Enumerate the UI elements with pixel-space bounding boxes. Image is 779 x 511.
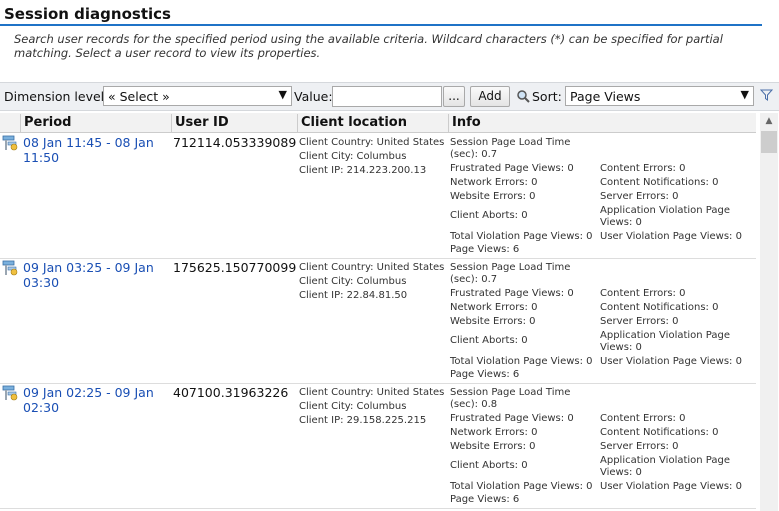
page-description: Search user records for the specified pe… <box>14 32 723 60</box>
page-title: Session diagnostics <box>4 5 171 23</box>
client-city: Client City: Columbus <box>299 276 407 287</box>
user-id: 175625.150770099 <box>173 260 297 275</box>
network-errors: Network Errors: 0 <box>450 427 538 438</box>
table-row[interactable]: 08 Jan 11:45 - 08 Jan 11:50 712114.05333… <box>0 133 756 259</box>
user-violation-page-views: User Violation Page Views: 0 <box>600 231 742 242</box>
load-time-value: (sec): 0.7 <box>450 149 498 160</box>
search-toolbar: Dimension level: « Select » ▼ Value: ...… <box>0 82 779 111</box>
client-aborts: Client Aborts: 0 <box>450 335 528 346</box>
server-errors: Server Errors: 0 <box>600 316 679 327</box>
column-header-user-id[interactable]: User ID <box>171 114 298 132</box>
client-location: Client Country: United States Client Cit… <box>299 386 444 428</box>
client-location: Client Country: United States Client Cit… <box>299 136 444 178</box>
client-country: Client Country: United States <box>299 262 445 273</box>
content-notifications: Content Notifications: 0 <box>600 427 719 438</box>
dropdown-arrow-icon: ▼ <box>740 88 749 101</box>
client-city: Client City: Columbus <box>299 401 407 412</box>
server-errors: Server Errors: 0 <box>600 441 679 452</box>
table-row[interactable]: 09 Jan 02:25 - 09 Jan 02:30 407100.31963… <box>0 383 756 509</box>
period-link[interactable]: 09 Jan 03:25 - 09 Jan 03:30 <box>23 260 168 290</box>
client-location: Client Country: United States Client Cit… <box>299 261 444 303</box>
filter-icon[interactable] <box>760 89 773 101</box>
sort-value: Page Views <box>570 89 641 104</box>
scroll-up-arrow-icon[interactable]: ▲ <box>760 113 778 129</box>
client-aborts: Client Aborts: 0 <box>450 210 528 221</box>
title-divider <box>0 24 762 26</box>
user-violation-page-views: User Violation Page Views: 0 <box>600 481 742 492</box>
user-record-icon <box>2 135 18 151</box>
client-city: Client City: Columbus <box>299 151 407 162</box>
client-country: Client Country: United States <box>299 137 445 148</box>
magnifier-sort-icon[interactable] <box>516 89 530 103</box>
load-time-value: (sec): 0.8 <box>450 399 498 410</box>
add-button[interactable]: Add <box>470 86 510 107</box>
website-errors: Website Errors: 0 <box>450 191 536 202</box>
website-errors: Website Errors: 0 <box>450 316 536 327</box>
client-country: Client Country: United States <box>299 387 445 398</box>
load-time-value: (sec): 0.7 <box>450 274 498 285</box>
client-ip: Client IP: 22.84.81.50 <box>299 290 408 301</box>
user-record-icon <box>2 260 18 276</box>
dropdown-arrow-icon: ▼ <box>278 88 287 101</box>
application-violation-value: Views: 0 <box>600 467 642 478</box>
dimension-level-label: Dimension level: <box>4 89 109 104</box>
period-link[interactable]: 08 Jan 11:45 - 08 Jan 11:50 <box>23 135 168 165</box>
server-errors: Server Errors: 0 <box>600 191 679 202</box>
vertical-scrollbar[interactable]: ▲ <box>760 113 778 511</box>
application-violation-value: Views: 0 <box>600 342 642 353</box>
dimension-level-value: « Select » <box>108 89 170 104</box>
user-id: 712114.053339089 <box>173 135 297 150</box>
title-bar: Session diagnostics <box>0 0 779 26</box>
total-violation-page-views: Total Violation Page Views: 0 <box>450 481 593 492</box>
client-ip: Client IP: 29.158.225.215 <box>299 415 427 426</box>
content-notifications: Content Notifications: 0 <box>600 302 719 313</box>
content-errors: Content Errors: 0 <box>600 163 686 174</box>
total-violation-page-views: Total Violation Page Views: 0 <box>450 356 593 367</box>
page-views: Page Views: 6 <box>450 244 520 255</box>
frustrated-page-views: Frustrated Page Views: 0 <box>450 288 574 299</box>
network-errors: Network Errors: 0 <box>450 177 538 188</box>
network-errors: Network Errors: 0 <box>450 302 538 313</box>
value-input[interactable] <box>332 86 442 107</box>
table-header: Period User ID Client location Info <box>0 113 756 133</box>
scrollbar-thumb[interactable] <box>761 131 777 153</box>
column-header-client-location[interactable]: Client location <box>297 114 449 132</box>
session-table-body: 08 Jan 11:45 - 08 Jan 11:50 712114.05333… <box>0 133 756 511</box>
page-views: Page Views: 6 <box>450 494 520 505</box>
sort-select[interactable]: Page Views ▼ <box>565 86 754 106</box>
sort-label: Sort: <box>532 89 562 104</box>
frustrated-page-views: Frustrated Page Views: 0 <box>450 413 574 424</box>
column-header-info[interactable]: Info <box>448 114 756 132</box>
dimension-level-select[interactable]: « Select » ▼ <box>103 86 292 106</box>
content-errors: Content Errors: 0 <box>600 288 686 299</box>
client-ip: Client IP: 214.223.200.13 <box>299 165 427 176</box>
application-violation-value: Views: 0 <box>600 217 642 228</box>
user-violation-page-views: User Violation Page Views: 0 <box>600 356 742 367</box>
value-label: Value: <box>294 89 333 104</box>
website-errors: Website Errors: 0 <box>450 441 536 452</box>
content-errors: Content Errors: 0 <box>600 413 686 424</box>
user-record-icon <box>2 385 18 401</box>
period-link[interactable]: 09 Jan 02:25 - 09 Jan 02:30 <box>23 385 168 415</box>
browse-button[interactable]: ... <box>443 86 465 107</box>
frustrated-page-views: Frustrated Page Views: 0 <box>450 163 574 174</box>
page-views: Page Views: 6 <box>450 369 520 380</box>
total-violation-page-views: Total Violation Page Views: 0 <box>450 231 593 242</box>
user-id: 407100.31963226 <box>173 385 289 400</box>
client-aborts: Client Aborts: 0 <box>450 460 528 471</box>
content-notifications: Content Notifications: 0 <box>600 177 719 188</box>
column-header-period[interactable]: Period <box>20 114 172 132</box>
table-row[interactable]: 09 Jan 03:25 - 09 Jan 03:30 175625.15077… <box>0 258 756 384</box>
